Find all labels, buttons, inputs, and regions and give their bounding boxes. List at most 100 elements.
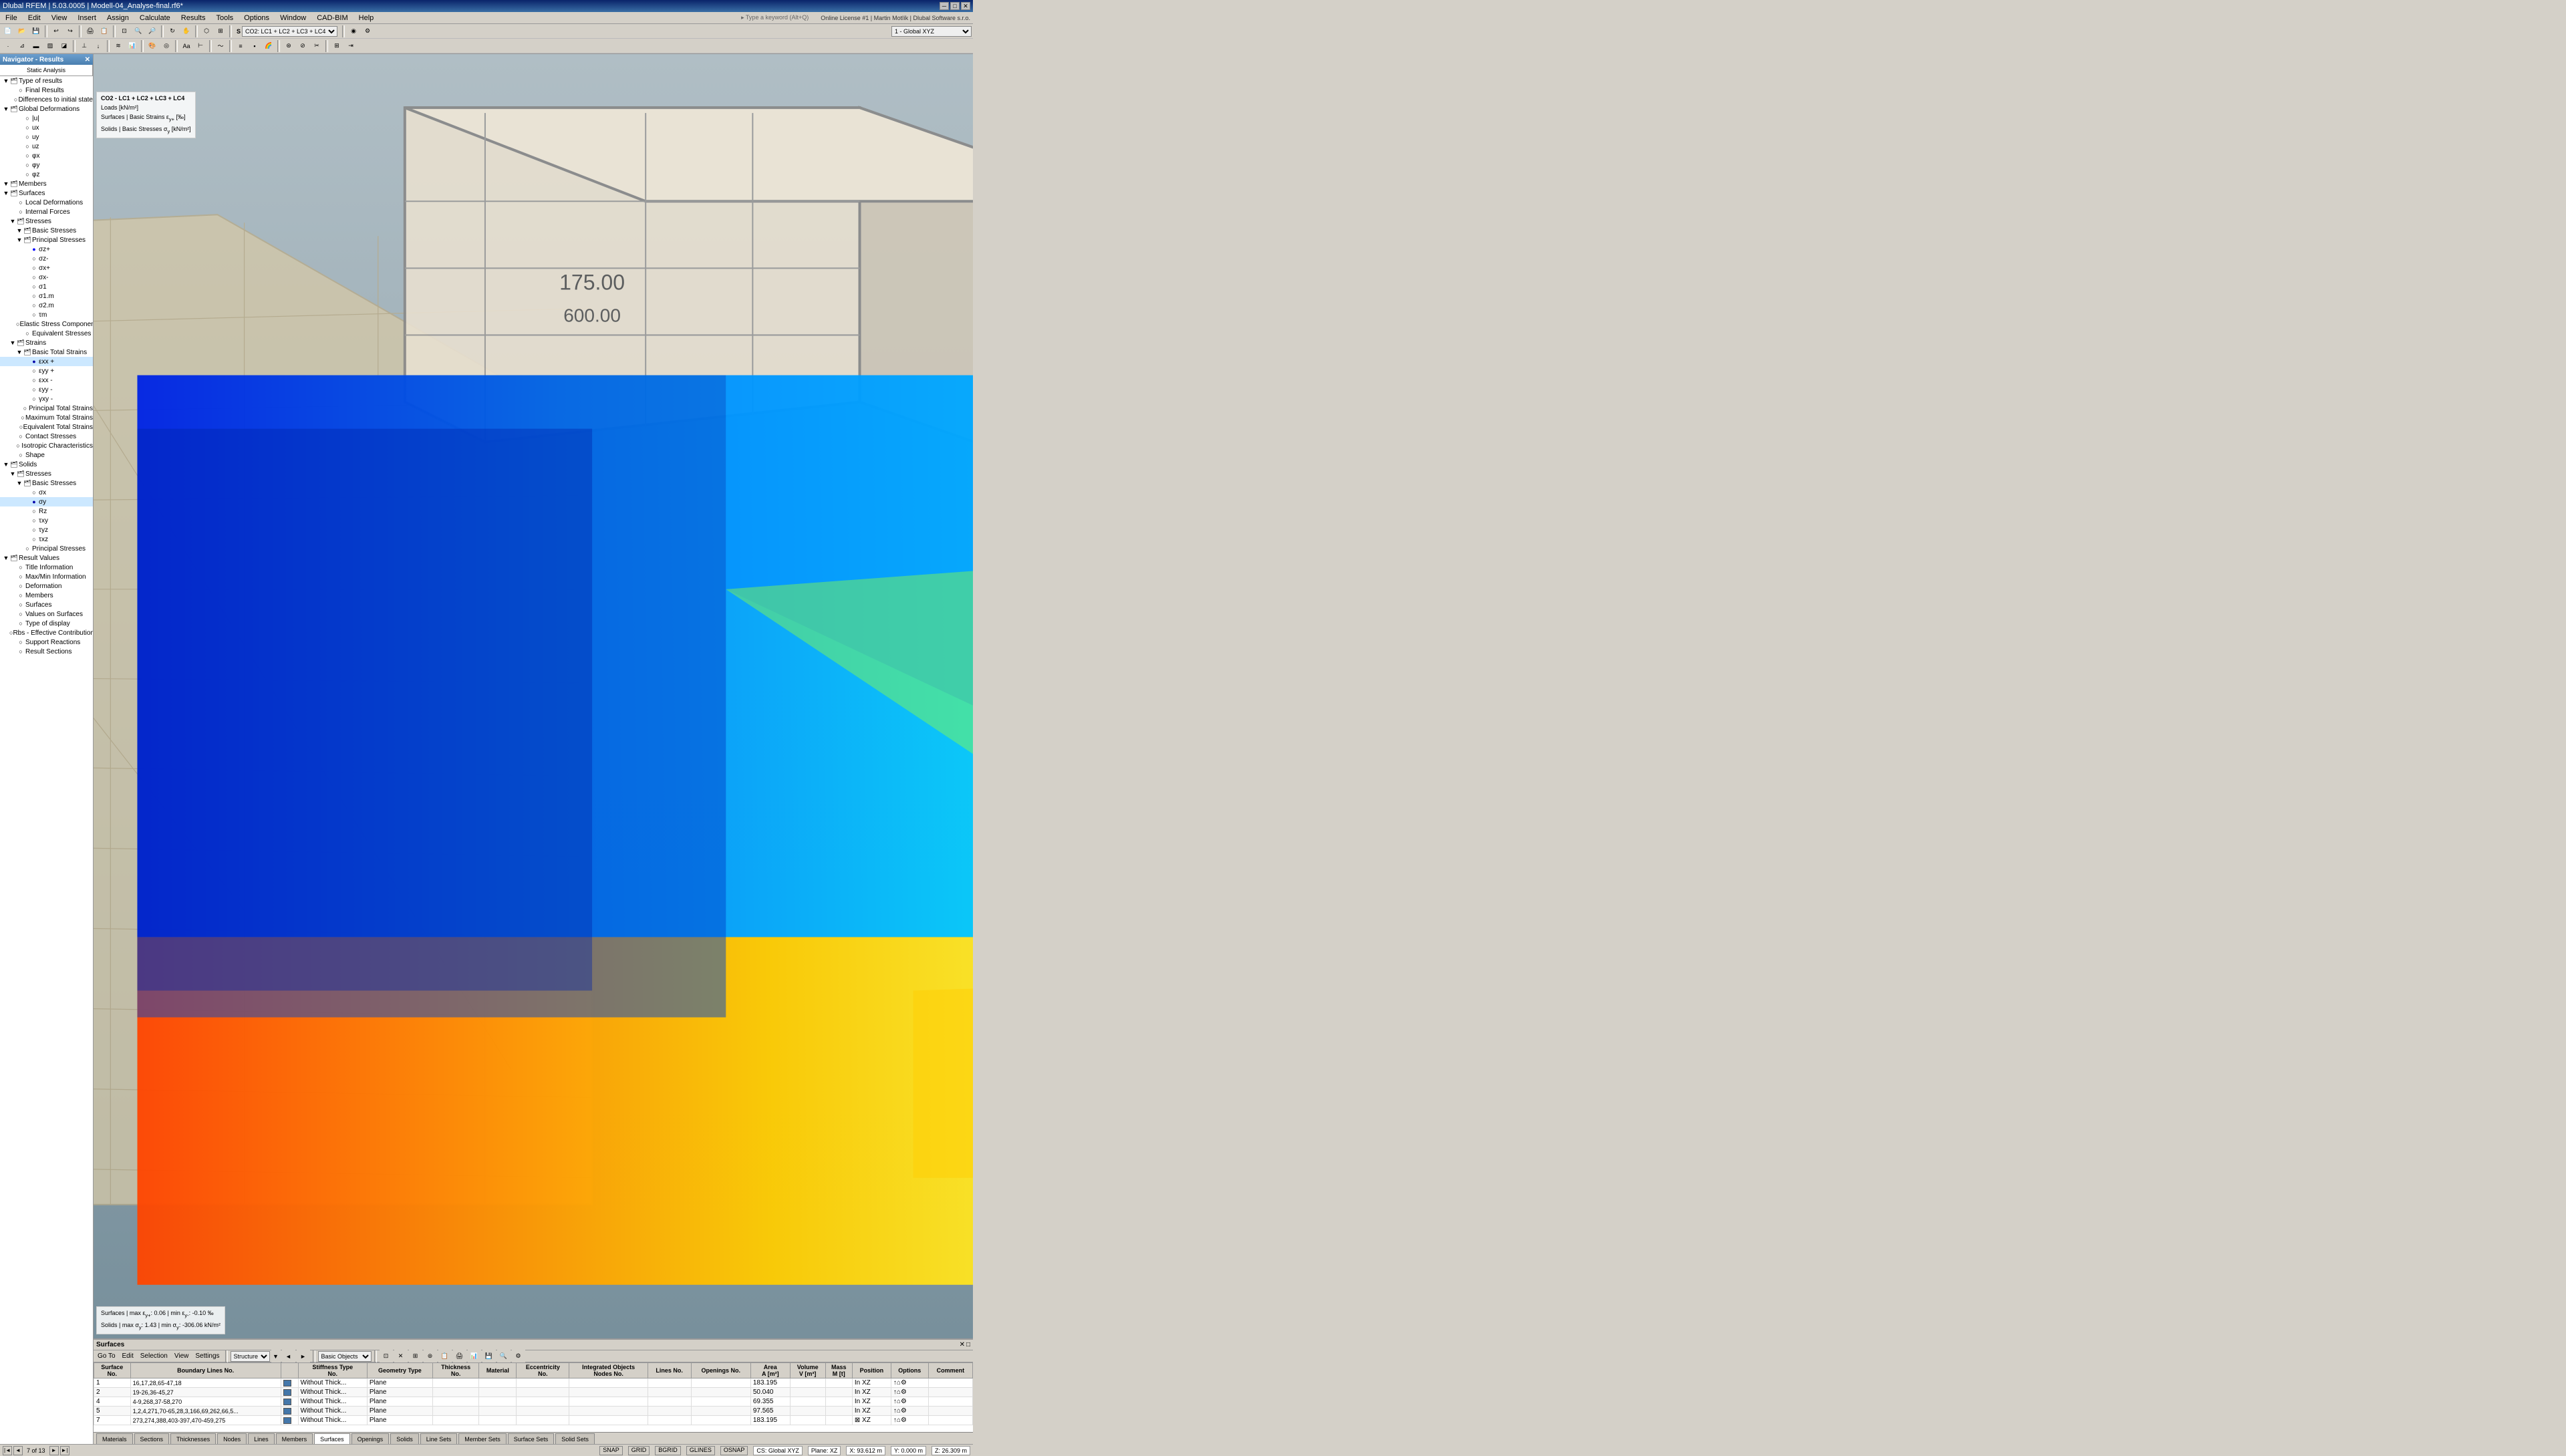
- tb-nodes[interactable]: ·: [1, 39, 15, 53]
- menu-file[interactable]: File: [3, 13, 20, 23]
- tree-ux[interactable]: ○ ux: [0, 123, 93, 132]
- tree-values-on-surfaces[interactable]: ○ Values on Surfaces: [0, 609, 93, 619]
- results-menu-selection[interactable]: Selection: [138, 1352, 170, 1360]
- tb-lines[interactable]: ⊿: [15, 39, 29, 53]
- tree-exx-minus[interactable]: ○ εxx -: [0, 376, 93, 385]
- table-row[interactable]: 7 273,274,388,403-397,470-459,275 Withou…: [94, 1416, 973, 1425]
- tree-eyy-plus[interactable]: ○ εyy +: [0, 366, 93, 376]
- tb-classify[interactable]: ⊛: [282, 39, 295, 53]
- results-tb6[interactable]: 🖨: [453, 1350, 466, 1363]
- tree-basic-total-strains[interactable]: ▼ 🗂 Basic Total Strains: [0, 347, 93, 357]
- tb-cross-section[interactable]: ✂: [310, 39, 323, 53]
- tree-isotropic[interactable]: ○ Isotropic Characteristics: [0, 441, 93, 450]
- tree-contact-stresses[interactable]: ○ Contact Stresses: [0, 432, 93, 441]
- table-row[interactable]: 5 1,2,4,271,70-65,28,3,166,69,262,66,5..…: [94, 1407, 973, 1416]
- tree-local-deformations[interactable]: ○ Local Deformations: [0, 198, 93, 207]
- tree-phix[interactable]: ○ φx: [0, 151, 93, 160]
- tb-filled[interactable]: ▪: [248, 39, 261, 53]
- tree-gxy-minus[interactable]: ○ γxy -: [0, 394, 93, 404]
- tree-basic-stresses[interactable]: ▼ 🗂 Basic Stresses: [0, 226, 93, 235]
- tab-line-sets[interactable]: Line Sets: [420, 1433, 458, 1444]
- view-dropdown[interactable]: 1 - Global XYZ: [891, 26, 972, 37]
- tb-redo[interactable]: ↪: [63, 25, 77, 38]
- tab-member-sets[interactable]: Member Sets: [458, 1433, 507, 1444]
- results-prev[interactable]: ◄: [282, 1350, 295, 1363]
- tb-color[interactable]: 🎨: [146, 39, 159, 53]
- results-dropdown-arrow[interactable]: ▼: [271, 1350, 281, 1363]
- tree-solids-basic-stresses[interactable]: ▼ 🗂 Basic Stresses: [0, 478, 93, 488]
- tree-type-of-results[interactable]: ▼ 🗂 Type of results: [0, 76, 93, 86]
- results-tb2[interactable]: ✕: [394, 1350, 408, 1363]
- tree-tm[interactable]: ○ τm: [0, 310, 93, 319]
- viewport-3d[interactable]: CO2 - LC1 + LC2 + LC3 + LC4 Loads [kN/m²…: [94, 54, 973, 1338]
- menu-help[interactable]: Help: [356, 13, 377, 23]
- tree-title-info[interactable]: ○ Title Information: [0, 563, 93, 572]
- next-page-btn[interactable]: ►: [49, 1446, 59, 1455]
- tree-phiz[interactable]: ○ φz: [0, 170, 93, 179]
- tree-s1[interactable]: ○ σ1: [0, 282, 93, 291]
- results-tb8[interactable]: 💾: [482, 1350, 496, 1363]
- tree-solid-txy[interactable]: ○ τxy: [0, 516, 93, 525]
- tree-s2m[interactable]: ○ σ2.m: [0, 301, 93, 310]
- tb-zoom-fit[interactable]: ⊡: [118, 25, 131, 38]
- menu-options[interactable]: Options: [241, 13, 272, 23]
- tree-surfaces[interactable]: ▼ 🗂 Surfaces: [0, 188, 93, 198]
- menu-assign[interactable]: Assign: [104, 13, 132, 23]
- tree-rv-members[interactable]: ○ Members: [0, 591, 93, 600]
- menu-edit[interactable]: Edit: [25, 13, 43, 23]
- results-maximize-icon[interactable]: □: [966, 1341, 970, 1348]
- tree-sx-minus[interactable]: ○ σx-: [0, 273, 93, 282]
- tb-dimensions[interactable]: ⊢: [194, 39, 207, 53]
- menu-cad-bim[interactable]: CAD-BIM: [314, 13, 350, 23]
- tree-solid-principal[interactable]: ○ Principal Stresses: [0, 544, 93, 553]
- results-tb9[interactable]: 🔍: [497, 1350, 511, 1363]
- tree-type-of-display[interactable]: ○ Type of display: [0, 619, 93, 628]
- table-row[interactable]: 2 19-26,36-45,27 Without Thick... Plane …: [94, 1388, 973, 1397]
- menu-view[interactable]: View: [49, 13, 70, 23]
- tb-deformation[interactable]: 〜: [214, 39, 227, 53]
- results-menu-view[interactable]: View: [172, 1352, 192, 1360]
- tab-materials[interactable]: Materials: [96, 1433, 133, 1444]
- tree-final-results[interactable]: ○ Final Results: [0, 86, 93, 95]
- tb-members[interactable]: ▬: [29, 39, 43, 53]
- results-close-icon[interactable]: ✕: [960, 1341, 965, 1348]
- tree-solids-stresses[interactable]: ▼ 🗂 Stresses: [0, 469, 93, 478]
- menu-insert[interactable]: Insert: [75, 13, 99, 23]
- menu-tools[interactable]: Tools: [213, 13, 236, 23]
- navigator-close[interactable]: ✕: [85, 56, 90, 63]
- first-page-btn[interactable]: |◄: [3, 1446, 12, 1455]
- tab-members[interactable]: Members: [276, 1433, 313, 1444]
- glines-btn[interactable]: GLINES: [686, 1446, 715, 1455]
- table-row[interactable]: 1 16,17,28,65-47,18 Without Thick... Pla…: [94, 1378, 973, 1388]
- tree-u-abs[interactable]: ○ |u|: [0, 114, 93, 123]
- tree-solid-rz[interactable]: ○ Rz: [0, 506, 93, 516]
- tree-principal-stresses[interactable]: ▼ 🗂 Principal Stresses: [0, 235, 93, 245]
- tree-phiy[interactable]: ○ φy: [0, 160, 93, 170]
- tree-principal-strains[interactable]: ○ Principal Total Strains: [0, 404, 93, 413]
- tab-openings[interactable]: Openings: [351, 1433, 390, 1444]
- tab-surface-sets[interactable]: Surface Sets: [508, 1433, 555, 1444]
- tb-iso-lines[interactable]: ≡: [234, 39, 247, 53]
- results-menu-edit[interactable]: Edit: [120, 1352, 136, 1360]
- menu-calculate[interactable]: Calculate: [137, 13, 173, 23]
- tb-zoom-in[interactable]: 🔍: [132, 25, 145, 38]
- tree-equiv-strains[interactable]: ○ Equivalent Total Strains: [0, 422, 93, 432]
- tree-exx-plus[interactable]: ● εxx +: [0, 357, 93, 366]
- tree-uy[interactable]: ○ uy: [0, 132, 93, 142]
- tree-uz[interactable]: ○ uz: [0, 142, 93, 151]
- close-button[interactable]: ✕: [961, 2, 970, 10]
- tb-result-values[interactable]: 📊: [126, 39, 139, 53]
- menu-window[interactable]: Window: [277, 13, 309, 23]
- tree-strains[interactable]: ▼ 🗂 Strains: [0, 338, 93, 347]
- tree-equivalent-stresses[interactable]: ○ Equivalent Stresses: [0, 329, 93, 338]
- results-tb3[interactable]: ⊞: [409, 1350, 422, 1363]
- tree-solid-tyz[interactable]: ○ τyz: [0, 525, 93, 535]
- tb-palette[interactable]: 🌈: [262, 39, 275, 53]
- tree-sx-plus[interactable]: ○ σx+: [0, 263, 93, 273]
- tree-stresses[interactable]: ▼ 🗂 Stresses: [0, 216, 93, 226]
- tree-result-sections[interactable]: ○ Result Sections: [0, 647, 93, 656]
- tree-solid-sy[interactable]: ● σy: [0, 497, 93, 506]
- results-next[interactable]: ►: [297, 1350, 310, 1363]
- tree-eyy-minus[interactable]: ○ εyy -: [0, 385, 93, 394]
- tree-rbs[interactable]: ○ Rbs - Effective Contribution...: [0, 628, 93, 637]
